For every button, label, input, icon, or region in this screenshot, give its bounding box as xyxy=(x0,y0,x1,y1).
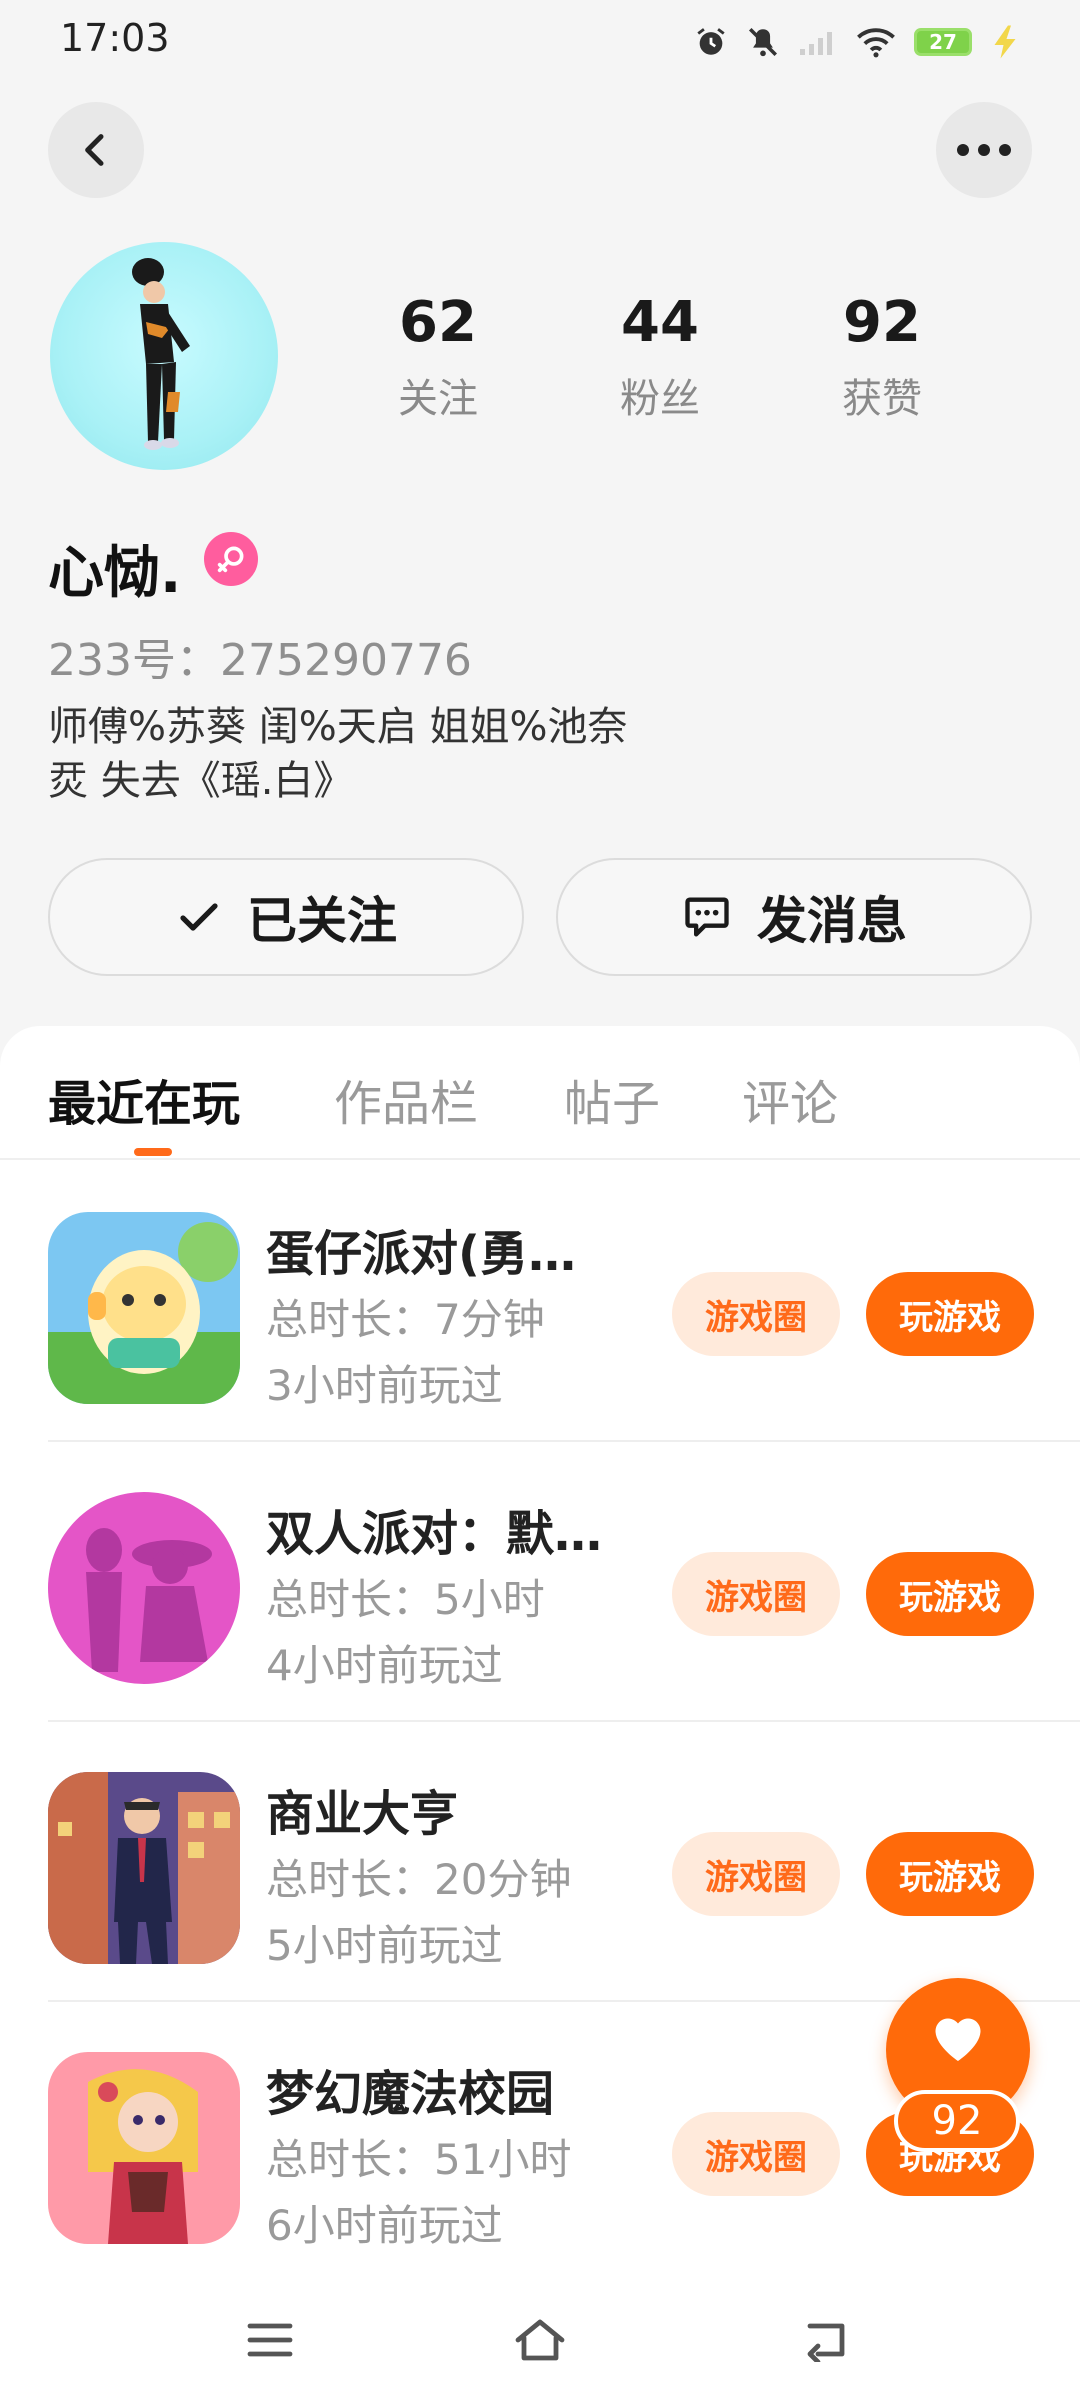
game-icon-eggy-party[interactable] xyxy=(48,1212,240,1404)
back-button[interactable] xyxy=(48,102,144,198)
game-last-played: 3小时前玩过 xyxy=(266,1361,503,1410)
menu-nav-button[interactable] xyxy=(240,2310,300,2370)
game-artwork xyxy=(48,1212,240,1404)
stat-fans-label: 粉丝 xyxy=(620,375,700,422)
stat-likes-count: 92 xyxy=(843,290,921,355)
avatar-figure xyxy=(132,258,190,450)
home-nav-button[interactable] xyxy=(510,2310,570,2370)
game-duration: 总时长：5小时 xyxy=(266,1575,545,1624)
more-icon xyxy=(957,144,1011,156)
tab-posts[interactable]: 帖子 xyxy=(564,1064,660,1134)
game-duration: 总时长：51小时 xyxy=(266,2135,572,2184)
game-icon-duo-party[interactable] xyxy=(48,1492,240,1684)
game-artwork xyxy=(48,2052,240,2244)
game-icon-business-tycoon[interactable] xyxy=(48,1772,240,1964)
game-row[interactable]: 商业大亨 总时长：20分钟 5小时前玩过 游戏圈 玩游戏 xyxy=(48,1722,1080,2002)
back-nav-button[interactable] xyxy=(796,2310,856,2370)
navigation-bar xyxy=(0,2280,1080,2400)
message-button[interactable]: 发消息 xyxy=(556,858,1032,976)
play-game-button[interactable]: 玩游戏 xyxy=(866,1552,1034,1636)
stat-following[interactable]: 62 关注 xyxy=(338,292,538,424)
play-game-button[interactable]: 玩游戏 xyxy=(866,1832,1034,1916)
game-name: 商业大亨 xyxy=(266,1786,459,1842)
tab-comments[interactable]: 评论 xyxy=(742,1064,838,1134)
chat-icon xyxy=(685,897,729,937)
game-duration: 总时长：7分钟 xyxy=(266,1295,545,1344)
female-icon xyxy=(217,546,244,573)
game-name: 双人派对：默… xyxy=(266,1506,603,1562)
game-artwork xyxy=(48,1772,240,1964)
alarm-icon xyxy=(697,28,725,55)
game-last-played: 5小时前玩过 xyxy=(266,1921,503,1970)
game-circle-button[interactable]: 游戏圈 xyxy=(672,1552,840,1636)
game-circle-button[interactable]: 游戏圈 xyxy=(672,1832,840,1916)
home-icon xyxy=(515,2319,565,2361)
game-name: 蛋仔派对(勇… xyxy=(266,1226,576,1282)
game-circle-button[interactable]: 游戏圈 xyxy=(672,1272,840,1356)
signal-icon xyxy=(800,32,832,55)
bio: 师傅%苏葵 闺%天启 姐姐%池奈 烎 失去《瑶.白》 xyxy=(48,704,628,804)
game-circle-button[interactable]: 游戏圈 xyxy=(672,2112,840,2196)
followed-button-label: 已关注 xyxy=(247,892,397,950)
stat-following-label: 关注 xyxy=(398,375,478,422)
back-icon xyxy=(85,134,104,166)
tab-indicator xyxy=(134,1148,172,1156)
back-nav-icon xyxy=(807,2323,845,2362)
tab-works[interactable]: 作品栏 xyxy=(334,1064,478,1134)
avatar[interactable] xyxy=(50,242,278,470)
stat-fans[interactable]: 44 粉丝 xyxy=(560,292,760,424)
account-id: 233号：275290776 xyxy=(48,635,472,686)
charging-icon xyxy=(994,25,1016,59)
stat-likes[interactable]: 92 获赞 xyxy=(782,292,982,424)
message-button-label: 发消息 xyxy=(757,892,907,950)
profile-screen: 17:03 27 62 关注 44 粉丝 92 获赞 心恸. 233号：2752… xyxy=(0,0,1080,2400)
content-card: 最近在玩 作品栏 帖子 评论 蛋仔派对(勇… 总时长：7分钟 3小时前玩过 游戏… xyxy=(0,1026,1080,2400)
tab-recent-playing[interactable]: 最近在玩 xyxy=(48,1064,240,1134)
game-last-played: 4小时前玩过 xyxy=(266,1641,503,1690)
menu-icon xyxy=(247,2323,293,2357)
heart-icon xyxy=(935,2018,981,2061)
game-row[interactable]: 双人派对：默… 总时长：5小时 4小时前玩过 游戏圈 玩游戏 xyxy=(48,1442,1080,1722)
game-duration: 总时长：20分钟 xyxy=(266,1855,572,1904)
game-name: 梦幻魔法校园 xyxy=(266,2066,555,2122)
floating-like-count: 92 xyxy=(894,2090,1020,2152)
stat-likes-label: 获赞 xyxy=(842,375,922,422)
username: 心恸. xyxy=(48,541,182,606)
game-last-played: 6小时前玩过 xyxy=(266,2201,503,2250)
more-button[interactable] xyxy=(936,102,1032,198)
followed-button[interactable]: 已关注 xyxy=(48,858,524,976)
game-artwork xyxy=(48,1492,240,1684)
game-icon-magic-academy[interactable] xyxy=(48,2052,240,2244)
status-bar: 17:03 27 xyxy=(0,0,1080,80)
status-time: 17:03 xyxy=(60,16,170,60)
battery-icon: 27 xyxy=(914,28,972,56)
game-row[interactable]: 蛋仔派对(勇… 总时长：7分钟 3小时前玩过 游戏圈 玩游戏 xyxy=(48,1162,1080,1442)
play-game-button[interactable]: 玩游戏 xyxy=(866,1272,1034,1356)
gender-badge xyxy=(204,532,258,586)
status-icons: 27 xyxy=(694,22,1020,62)
tab-bar: 最近在玩 作品栏 帖子 评论 xyxy=(0,1026,1080,1160)
stat-following-count: 62 xyxy=(399,290,477,355)
mute-icon xyxy=(748,27,778,57)
wifi-icon xyxy=(857,28,895,58)
stat-fans-count: 44 xyxy=(621,290,699,355)
check-icon xyxy=(180,903,218,931)
